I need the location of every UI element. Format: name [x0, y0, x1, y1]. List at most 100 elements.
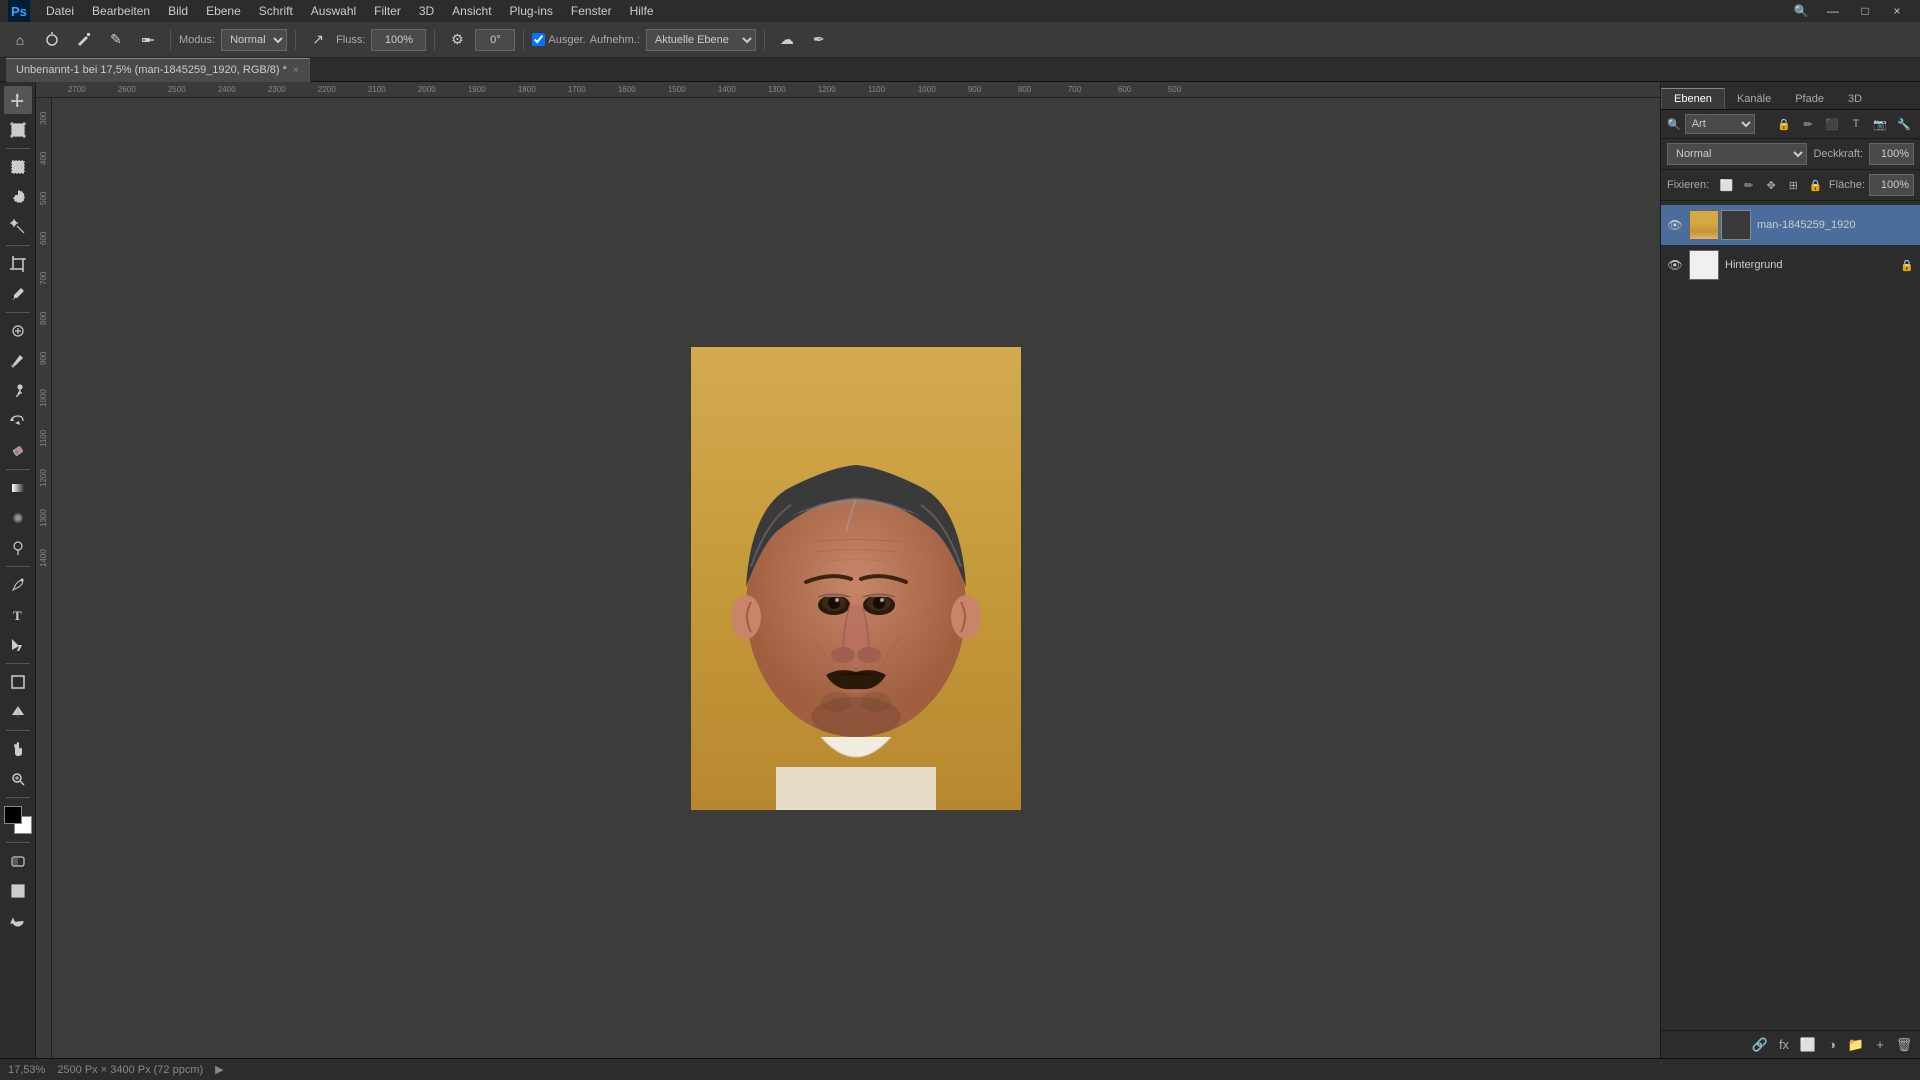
- menu-auswahl[interactable]: Auswahl: [303, 2, 364, 20]
- symmetry-btn[interactable]: ⚙: [443, 26, 471, 54]
- screen-mode-btn[interactable]: [4, 877, 32, 905]
- crop-tool[interactable]: [4, 250, 32, 278]
- ruler-tick: 2000: [418, 85, 468, 94]
- brush-settings-button[interactable]: [70, 26, 98, 54]
- tab-kanaele[interactable]: Kanäle: [1725, 89, 1783, 109]
- angle-input[interactable]: [475, 29, 515, 51]
- hand-tool[interactable]: [4, 735, 32, 763]
- delete-layer-btn[interactable]: 🗑: [1894, 1035, 1914, 1055]
- filter-adjust-btn[interactable]: 🔧: [1894, 114, 1914, 134]
- menu-plugins[interactable]: Plug-ins: [502, 2, 561, 20]
- v-ruler-tick: 800: [36, 298, 51, 338]
- opacity-input[interactable]: [1869, 143, 1914, 165]
- maximize-button[interactable]: □: [1850, 0, 1880, 22]
- home-button[interactable]: ⌂: [6, 26, 34, 54]
- document-tab[interactable]: Unbenannt-1 bei 17,5% (man-1845259_1920,…: [6, 58, 310, 82]
- magic-wand-tool[interactable]: [4, 213, 32, 241]
- foreground-color[interactable]: [4, 806, 22, 824]
- ruler-tick: 1700: [568, 85, 618, 94]
- v-ruler-tick: 300: [36, 98, 51, 138]
- menu-filter[interactable]: Filter: [366, 2, 409, 20]
- link-layers-btn[interactable]: 🔗: [1750, 1035, 1770, 1055]
- artboard-tool[interactable]: [4, 116, 32, 144]
- pen-tool[interactable]: [4, 571, 32, 599]
- move-tool[interactable]: [4, 86, 32, 114]
- flow-input[interactable]: [371, 29, 426, 51]
- quick-mask-btn[interactable]: [4, 847, 32, 875]
- layer-visibility-bg[interactable]: 👁: [1667, 257, 1683, 273]
- history-brush-tool[interactable]: [4, 407, 32, 435]
- path-selection-tool[interactable]: [4, 631, 32, 659]
- airbrush-button[interactable]: [134, 26, 162, 54]
- menu-ansicht[interactable]: Ansicht: [444, 2, 499, 20]
- eraser-tool[interactable]: [4, 437, 32, 465]
- layer-mask-btn[interactable]: ⬜: [1798, 1035, 1818, 1055]
- adjustment-layer-btn[interactable]: ◑: [1822, 1035, 1842, 1055]
- tab-ebenen[interactable]: Ebenen: [1661, 88, 1725, 109]
- sample-checkbox[interactable]: [532, 33, 545, 46]
- layer-visibility-man[interactable]: 👁: [1667, 217, 1683, 233]
- lock-pixels-btn[interactable]: ✏: [1740, 175, 1758, 195]
- tab-close-btn[interactable]: ×: [293, 65, 299, 76]
- filter-lock-btn[interactable]: 🔒: [1774, 114, 1794, 134]
- layers-search: 🔍 Art: [1667, 114, 1770, 134]
- filter-type-select[interactable]: Art: [1685, 114, 1755, 134]
- tab-pfade[interactable]: Pfade: [1783, 89, 1836, 109]
- v-ruler-tick: 1400: [36, 538, 51, 578]
- layers-lock-row: Fixieren: ⬜ ✏ ✥ ⊞ 🔒 Fläche:: [1661, 170, 1920, 201]
- clone-stamp-tool[interactable]: [4, 377, 32, 405]
- color-swatches[interactable]: [4, 806, 32, 834]
- gradient-tool[interactable]: [4, 474, 32, 502]
- group-layers-btn[interactable]: 📁: [1846, 1035, 1866, 1055]
- menu-hilfe[interactable]: Hilfe: [622, 2, 662, 20]
- menu-schrift[interactable]: Schrift: [251, 2, 301, 20]
- blur-tool[interactable]: [4, 504, 32, 532]
- spot-heal-tool[interactable]: [4, 317, 32, 345]
- lasso-tool[interactable]: [4, 183, 32, 211]
- lock-artboard-btn[interactable]: ⊞: [1784, 175, 1802, 195]
- menu-bearbeiten[interactable]: Bearbeiten: [84, 2, 158, 20]
- brush-tool[interactable]: [4, 347, 32, 375]
- lock-all-btn[interactable]: 🔒: [1807, 175, 1825, 195]
- filter-text-btn[interactable]: T: [1846, 114, 1866, 134]
- cloud-sync-btn[interactable]: ☁: [773, 26, 801, 54]
- fill-input[interactable]: [1869, 174, 1914, 196]
- close-button[interactable]: ×: [1882, 0, 1912, 22]
- canvas-container[interactable]: [52, 98, 1660, 1058]
- mode-select[interactable]: Normal: [221, 29, 287, 51]
- minimize-button[interactable]: —: [1818, 0, 1848, 22]
- zoom-tool[interactable]: [4, 765, 32, 793]
- dodge-tool[interactable]: [4, 534, 32, 562]
- text-tool[interactable]: T: [4, 601, 32, 629]
- status-bar: 17,53% 2500 Px × 3400 Px (72 ppcm) ▶: [0, 1058, 1920, 1080]
- tool-sep-9: [6, 842, 30, 843]
- layer-item-bg[interactable]: 👁 Hintergrund 🔒: [1661, 245, 1920, 285]
- layer-select[interactable]: Aktuelle Ebene: [646, 29, 756, 51]
- brush-tool-button[interactable]: [38, 26, 66, 54]
- layer-item-man[interactable]: 👁 man-1845259_1920: [1661, 205, 1920, 245]
- blend-mode-select[interactable]: Normal: [1667, 143, 1807, 165]
- search-button[interactable]: 🔍: [1786, 0, 1816, 22]
- pen-tool-btn[interactable]: ✒: [805, 26, 833, 54]
- angle-btn[interactable]: ↗: [304, 26, 332, 54]
- tab-3d[interactable]: 3D: [1836, 89, 1874, 109]
- ruler-tick: 2400: [218, 85, 268, 94]
- lock-transparent-btn[interactable]: ⬜: [1717, 175, 1735, 195]
- 3d-material-tool[interactable]: [4, 698, 32, 726]
- filter-fill-btn[interactable]: ⬛: [1822, 114, 1842, 134]
- menu-datei[interactable]: Datei: [38, 2, 82, 20]
- shape-tool[interactable]: [4, 668, 32, 696]
- menu-fenster[interactable]: Fenster: [563, 2, 620, 20]
- rotate-canvas-btn[interactable]: [4, 907, 32, 935]
- menu-bild[interactable]: Bild: [160, 2, 196, 20]
- marquee-tool[interactable]: [4, 153, 32, 181]
- brush-alt-button[interactable]: ✎: [102, 26, 130, 54]
- menu-ebene[interactable]: Ebene: [198, 2, 249, 20]
- filter-edit-btn[interactable]: ✏: [1798, 114, 1818, 134]
- layer-style-btn[interactable]: fx: [1774, 1035, 1794, 1055]
- lock-position-btn[interactable]: ✥: [1762, 175, 1780, 195]
- menu-3d[interactable]: 3D: [411, 2, 442, 20]
- new-layer-btn[interactable]: +: [1870, 1035, 1890, 1055]
- eyedropper-tool[interactable]: [4, 280, 32, 308]
- filter-camera-btn[interactable]: 📷: [1870, 114, 1890, 134]
